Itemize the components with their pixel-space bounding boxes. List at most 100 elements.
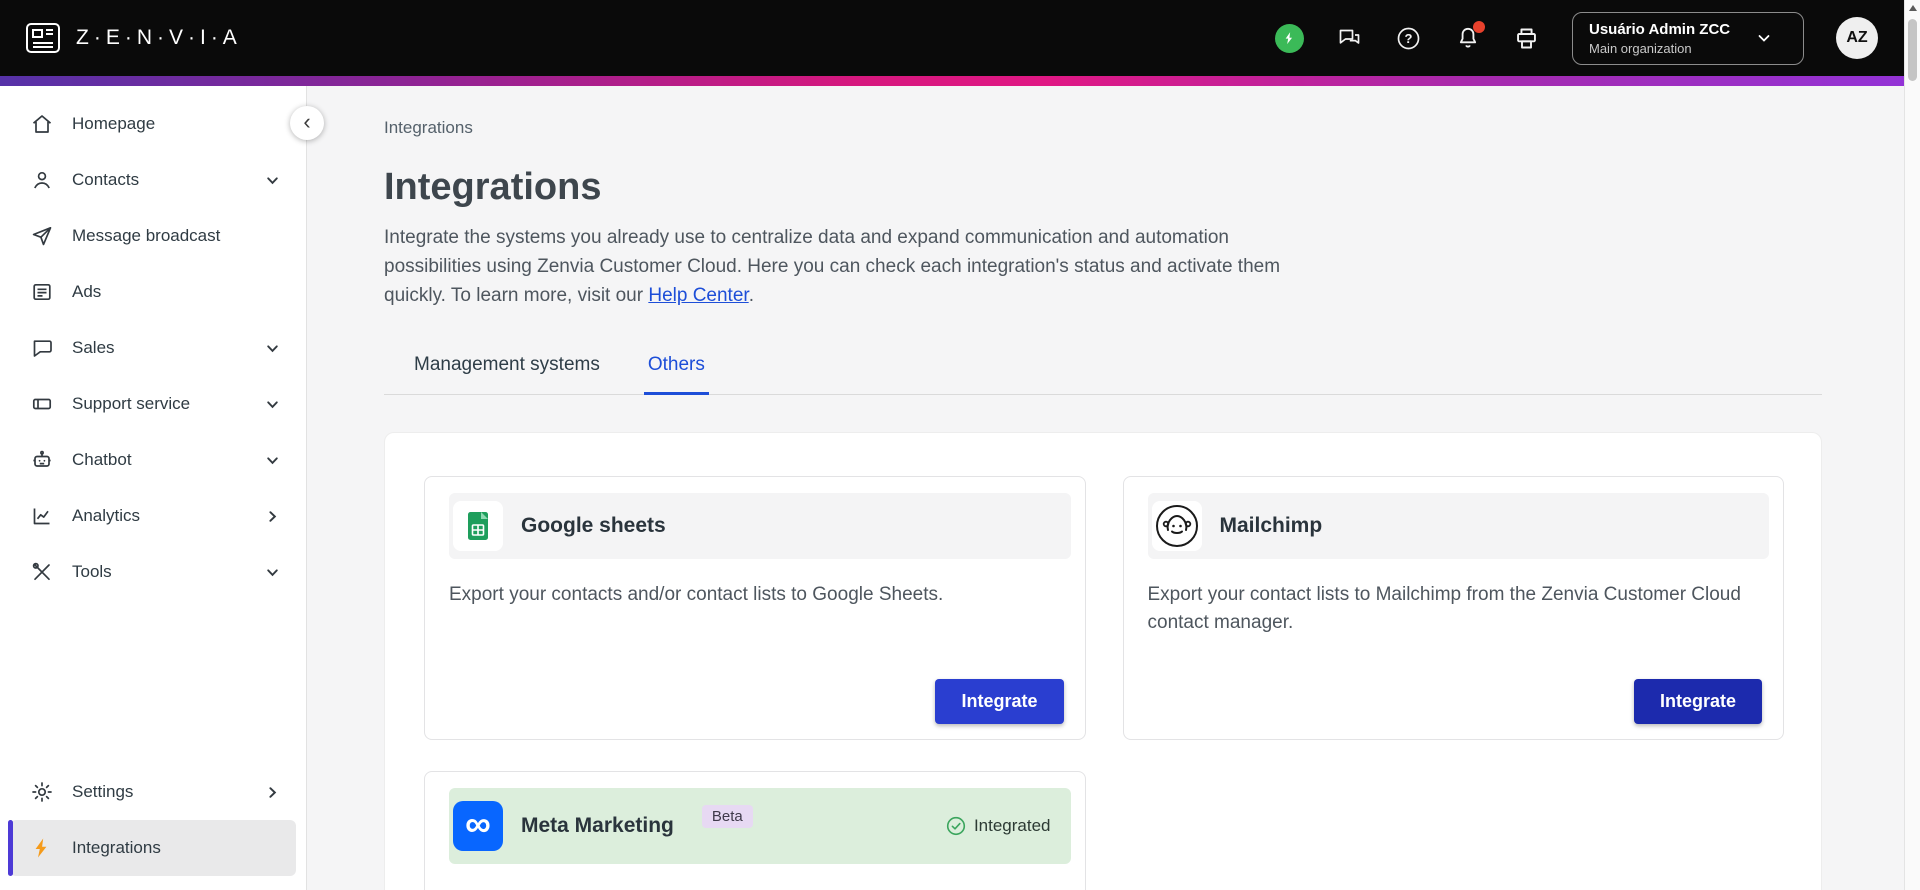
integrated-status: Integrated [946,816,1051,836]
user-organization: Main organization [1589,40,1692,56]
check-circle-icon [946,816,966,836]
settings-gear-icon [30,780,54,804]
chevron-down-icon [265,397,280,412]
beta-badge: Beta [701,805,753,828]
analytics-chart-icon [30,504,54,528]
card-description: Connecting with Meta Marketing in Zenvia… [425,864,1085,890]
integrated-status-label: Integrated [973,816,1051,835]
sidebar-item-label: Homepage [72,114,156,133]
integration-card-google-sheets: Google sheets Export your contacts and/o… [424,476,1086,740]
sidebar-item-contacts[interactable]: Contacts [10,152,296,208]
sidebar-item-label: Integrations [72,838,161,857]
user-name: Usuário Admin ZCC [1589,20,1731,38]
integration-card-meta-marketing: ∞ Meta Marketing Beta Integrated [424,771,1086,890]
tools-icon [30,560,54,584]
card-description: Export your contact lists to Mailchimp f… [1147,584,1741,633]
chevron-right-icon [265,509,280,524]
avatar-initials: AZ [1846,29,1868,46]
sidebar: Homepage Contacts Message broadcast Ads … [0,86,307,890]
ads-icon [30,280,54,304]
integrations-panel: Google sheets Export your contacts and/o… [384,432,1822,890]
help-icon[interactable]: ? [1395,25,1422,52]
top-bar-actions: ? Usuário Admin ZCC Main organization AZ [1275,11,1878,65]
sidebar-item-analytics[interactable]: Analytics [10,488,296,544]
status-lightning-icon[interactable] [1275,23,1304,53]
sidebar-item-label: Analytics [72,506,141,525]
scrollbar-up-arrow-icon[interactable] [1908,5,1917,11]
tab-others[interactable]: Others [643,354,709,395]
card-footer: Integrate [425,661,1085,739]
scrollbar-thumb[interactable] [1908,19,1917,81]
page-title: Integrations [384,166,602,208]
chevron-down-icon [265,341,280,356]
sidebar-item-settings[interactable]: Settings [10,764,296,820]
sidebar-item-label: Settings [72,782,134,801]
sidebar-item-label: Sales [72,338,115,357]
sidebar-item-tools[interactable]: Tools [10,544,296,600]
chevron-down-icon [265,173,280,188]
conversations-icon[interactable] [1336,25,1363,52]
card-title: Google sheets [521,514,666,537]
sidebar-item-homepage[interactable]: Homepage [10,96,296,152]
sidebar-item-label: Contacts [72,170,140,189]
app-window: Z·E·N·V·I·A ? Usuário Admin ZCC Main org… [0,0,1904,890]
avatar[interactable]: AZ [1836,17,1878,59]
tabs: Management systems Others [384,354,1822,395]
integrate-button[interactable]: Integrate [935,679,1064,724]
integration-card-mailchimp: Mailchimp Export your contact lists to M… [1122,476,1784,740]
vertical-scrollbar[interactable] [1904,0,1920,890]
brand[interactable]: Z·E·N·V·I·A [24,19,242,57]
brand-name: Z·E·N·V·I·A [76,26,242,49]
notifications-bell-icon[interactable] [1454,20,1485,52]
sidebar-item-label: Tools [72,562,112,581]
printer-icon[interactable] [1513,25,1540,52]
integrations-bolt-icon [30,836,54,860]
sidebar-item-integrations[interactable]: Integrations [8,820,296,876]
sales-icon [30,336,54,360]
home-icon [30,112,54,136]
sidebar-collapse-button[interactable]: ‹ [290,106,324,140]
sidebar-item-message-broadcast[interactable]: Message broadcast [10,208,296,264]
chevron-down-icon [265,453,280,468]
page-description: Integrate the systems you already use to… [384,223,1302,310]
meta-infinity-icon: ∞ [465,803,491,844]
top-bar: Z·E·N·V·I·A ? Usuário Admin ZCC Main org… [0,0,1904,76]
card-title: Meta Marketing [521,814,674,837]
description-text: Integrate the systems you already use to… [384,227,1281,306]
integrate-button[interactable]: Integrate [1633,679,1762,724]
support-ticket-icon [30,392,54,416]
sidebar-item-label: Chatbot [72,450,132,469]
contacts-icon [30,168,54,192]
mailchimp-icon [1151,501,1202,551]
card-header: Google sheets [449,493,1071,559]
sidebar-item-chatbot[interactable]: Chatbot [10,432,296,488]
page: Z·E·N·V·I·A ? Usuário Admin ZCC Main org… [0,0,1920,890]
sidebar-item-ads[interactable]: Ads [10,264,296,320]
card-description: Export your contacts and/or contact list… [449,584,944,605]
card-footer: Integrate [1124,661,1784,739]
send-icon [30,224,54,248]
sidebar-item-label: Ads [72,282,102,301]
main-content: Integrations Integrations Integrate the … [307,86,1904,890]
svg-text:?: ? [1405,31,1413,46]
card-header: ∞ Meta Marketing Beta Integrated [449,788,1071,864]
notification-badge-dot [1473,20,1485,33]
google-sheets-icon [453,501,503,551]
breadcrumb[interactable]: Integrations [384,118,1822,138]
description-text-end: . [748,285,754,306]
brand-gradient-stripe [0,76,1904,86]
help-center-link[interactable]: Help Center [648,285,748,306]
sidebar-item-label: Message broadcast [72,226,221,245]
card-header: Mailchimp [1147,493,1769,559]
sidebar-bottom-group: Settings Integrations [0,764,306,876]
user-menu[interactable]: Usuário Admin ZCC Main organization [1572,11,1804,65]
zenvia-logo-icon [24,19,62,57]
sidebar-item-label: Support service [72,394,191,413]
meta-icon: ∞ [453,801,503,851]
card-title: Mailchimp [1219,514,1323,537]
tab-management-systems[interactable]: Management systems [410,354,604,395]
chevron-down-icon [265,565,280,580]
chevron-left-icon: ‹ [303,108,311,134]
sidebar-item-sales[interactable]: Sales [10,320,296,376]
sidebar-item-support-service[interactable]: Support service [10,376,296,432]
